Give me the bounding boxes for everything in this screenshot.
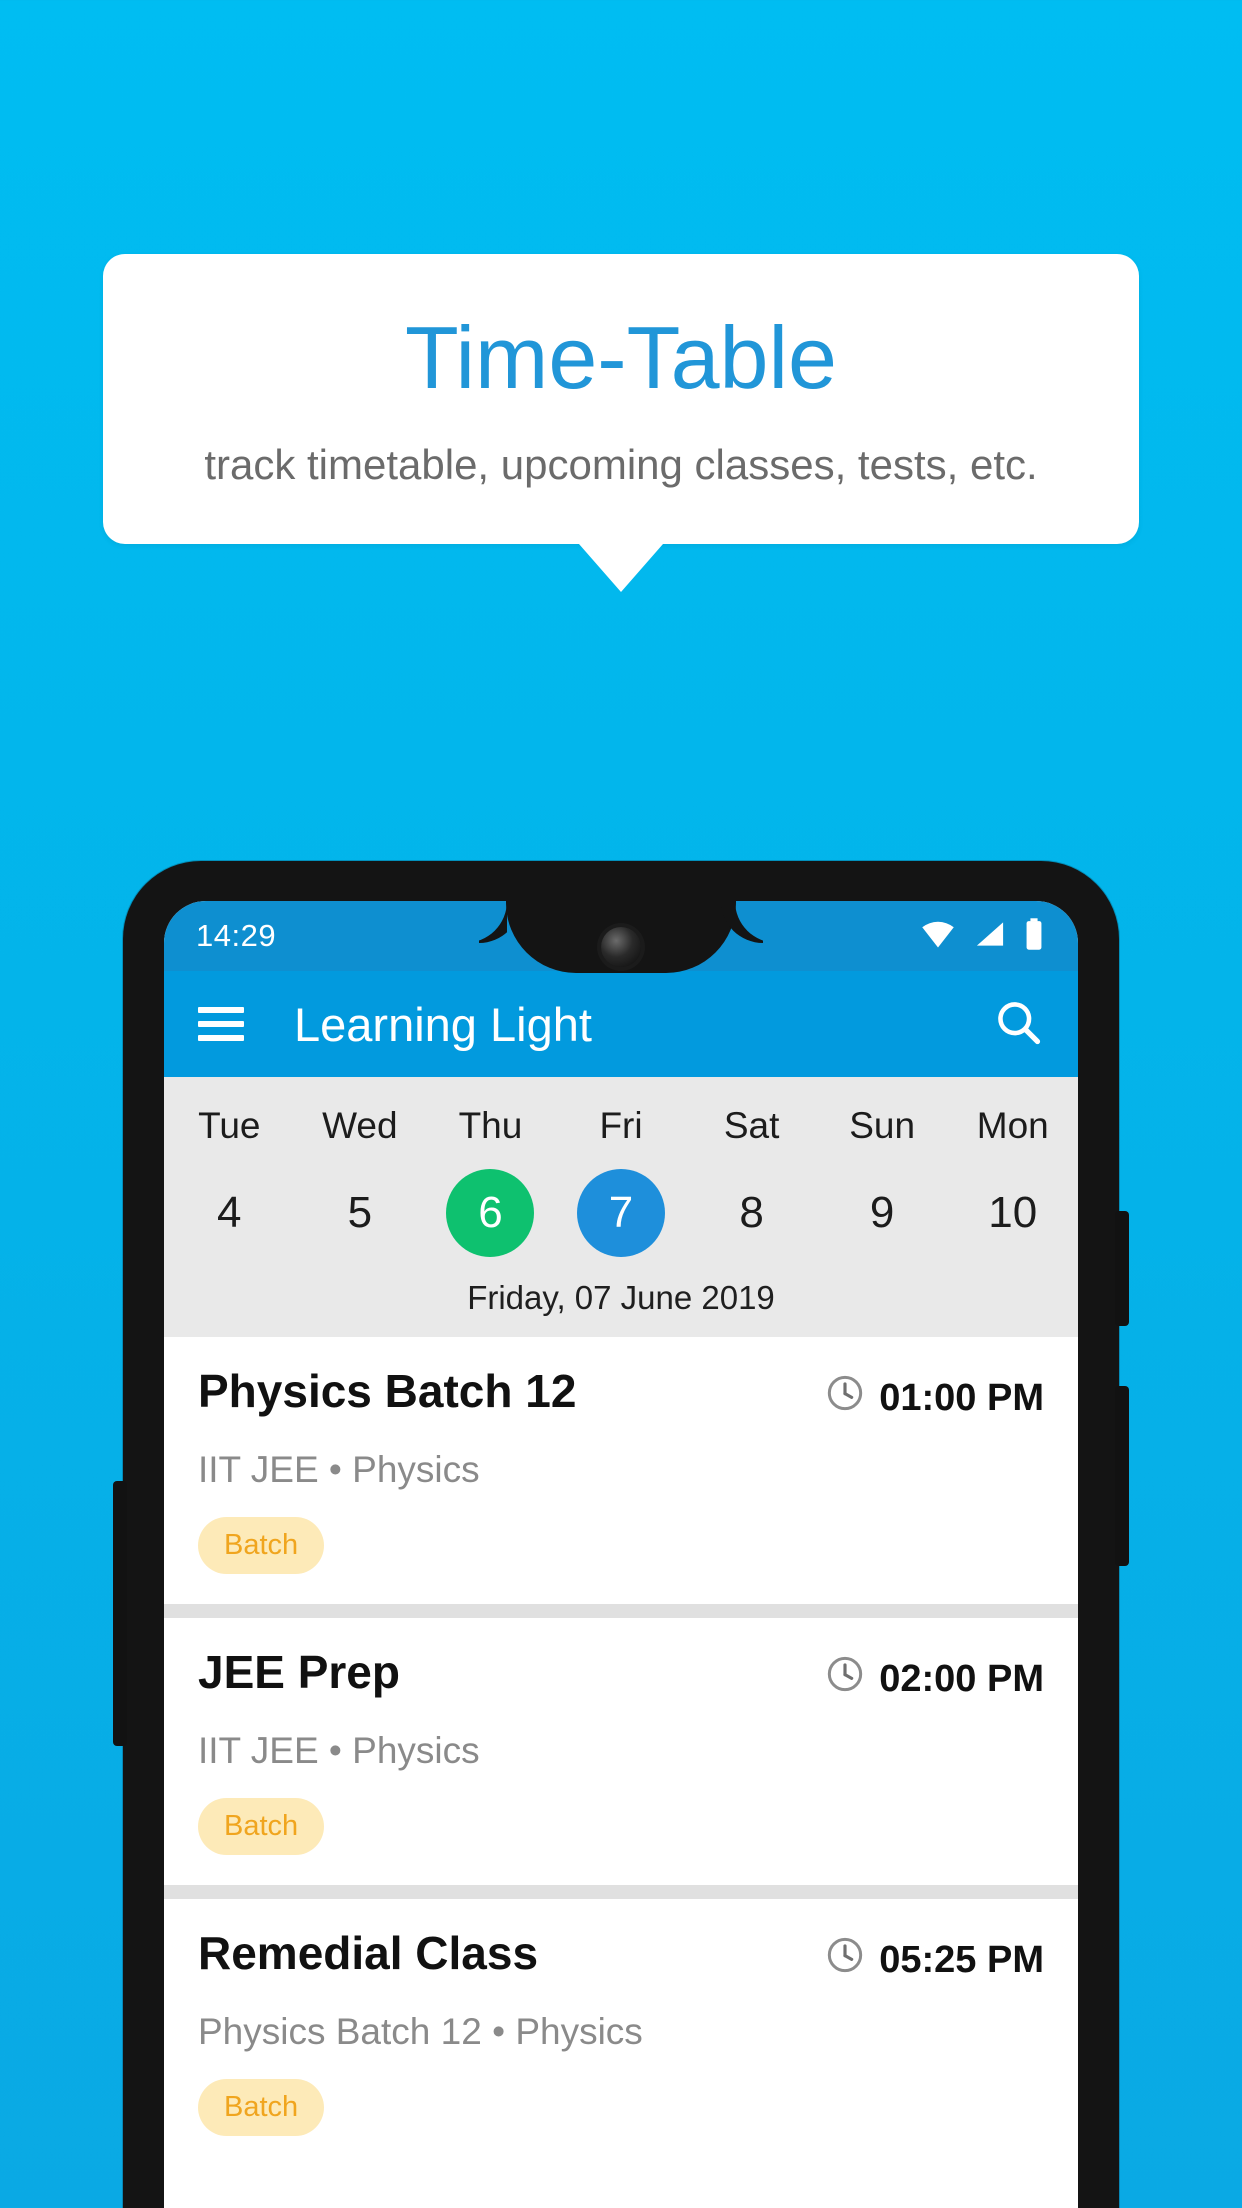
- promo-title: Time-Table: [405, 308, 837, 407]
- class-card-header: Physics Batch 12 01:00 PM: [198, 1367, 1044, 1423]
- app-bar: Learning Light: [164, 971, 1078, 1077]
- calendar-date-number-today[interactable]: 6: [446, 1169, 535, 1257]
- weekday-labels-row: Tue Wed Thu Fri Sat Sun Mon: [164, 1095, 1078, 1157]
- calendar-day-cell[interactable]: 10: [947, 1165, 1078, 1261]
- calendar-date-number[interactable]: 4: [185, 1169, 273, 1257]
- weekday-dates-row: 4 5 6 7 8 9 10: [164, 1165, 1078, 1261]
- calendar-date-number[interactable]: 10: [969, 1169, 1057, 1257]
- calendar-day-cell[interactable]: 4: [164, 1165, 295, 1261]
- promo-bubble-body: Time-Table track timetable, upcoming cla…: [103, 254, 1139, 545]
- calendar-date-number-selected[interactable]: 7: [577, 1169, 666, 1257]
- class-card-time-text: 01:00 PM: [879, 1376, 1044, 1419]
- phone-screen: 14:29 Learning Light Tue Wed Thu Fri Sat…: [164, 901, 1078, 2208]
- status-bar-icons: [920, 917, 1044, 955]
- phone-side-button: [113, 1481, 127, 1746]
- search-icon[interactable]: [992, 996, 1044, 1053]
- calendar-day-cell-today[interactable]: 6: [425, 1165, 556, 1261]
- class-card[interactable]: JEE Prep 02:00 PM IIT JEE • Physics Batc…: [164, 1618, 1078, 1885]
- calendar-date-number[interactable]: 5: [316, 1169, 404, 1257]
- weekday-label[interactable]: Wed: [295, 1095, 426, 1157]
- promo-bubble-tail: [579, 544, 663, 593]
- weekday-label[interactable]: Fri: [556, 1095, 687, 1157]
- status-bar-clock: 14:29: [196, 918, 277, 953]
- class-card-time: 05:25 PM: [825, 1929, 1044, 1985]
- weekday-label[interactable]: Mon: [947, 1095, 1078, 1157]
- hamburger-menu-icon[interactable]: [198, 1007, 244, 1041]
- calendar-day-cell-selected[interactable]: 7: [556, 1165, 687, 1261]
- clock-icon: [825, 1373, 865, 1423]
- class-card-title: JEE Prep: [198, 1646, 400, 1698]
- class-card-time-text: 02:00 PM: [879, 1657, 1044, 1700]
- weekday-label[interactable]: Sat: [686, 1095, 817, 1157]
- class-card-time-text: 05:25 PM: [879, 1938, 1044, 1981]
- clock-icon: [825, 1935, 865, 1985]
- class-card-title: Physics Batch 12: [198, 1365, 577, 1417]
- calendar-day-cell[interactable]: 5: [295, 1165, 426, 1261]
- clock-icon: [825, 1654, 865, 1704]
- promo-subtitle: track timetable, upcoming classes, tests…: [204, 441, 1038, 488]
- class-card-badge: Batch: [198, 2079, 325, 2136]
- class-card-time: 01:00 PM: [825, 1367, 1044, 1423]
- calendar-date-number[interactable]: 8: [708, 1169, 796, 1257]
- selected-date-label: Friday, 07 June 2019: [467, 1279, 775, 1316]
- app-bar-title: Learning Light: [294, 997, 592, 1051]
- front-camera-icon: [601, 927, 641, 967]
- class-list: Physics Batch 12 01:00 PM IIT JEE • Phys…: [164, 1337, 1078, 2166]
- calendar-date-number[interactable]: 9: [838, 1169, 926, 1257]
- class-card[interactable]: Physics Batch 12 01:00 PM IIT JEE • Phys…: [164, 1337, 1078, 1604]
- calendar-day-cell[interactable]: 9: [817, 1165, 948, 1261]
- phone-volume-button: [1115, 1386, 1129, 1566]
- weekday-label[interactable]: Thu: [425, 1095, 556, 1157]
- class-card[interactable]: Remedial Class 05:25 PM Physics Batch 12…: [164, 1899, 1078, 2166]
- week-calendar-strip: Tue Wed Thu Fri Sat Sun Mon 4 5 6 7 8 9 …: [164, 1077, 1078, 1337]
- phone-mockup: 14:29 Learning Light Tue Wed Thu Fri Sat…: [113, 861, 1129, 2208]
- class-card-title: Remedial Class: [198, 1927, 539, 1979]
- wifi-icon: [920, 919, 956, 954]
- signal-icon: [974, 919, 1006, 954]
- weekday-label[interactable]: Tue: [164, 1095, 295, 1157]
- battery-icon: [1024, 917, 1044, 955]
- phone-power-button: [1115, 1211, 1129, 1326]
- promo-bubble: Time-Table track timetable, upcoming cla…: [103, 254, 1139, 593]
- class-card-badge: Batch: [198, 1517, 325, 1574]
- class-card-header: Remedial Class 05:25 PM: [198, 1929, 1044, 1985]
- class-card-subtitle: IIT JEE • Physics: [198, 1730, 480, 1771]
- class-card-time: 02:00 PM: [825, 1648, 1044, 1704]
- status-bar: 14:29: [164, 901, 1078, 973]
- calendar-day-cell[interactable]: 8: [686, 1165, 817, 1261]
- class-card-subtitle: Physics Batch 12 • Physics: [198, 2011, 643, 2052]
- class-card-badge: Batch: [198, 1798, 325, 1855]
- weekday-label[interactable]: Sun: [817, 1095, 948, 1157]
- class-card-subtitle: IIT JEE • Physics: [198, 1449, 480, 1490]
- class-card-header: JEE Prep 02:00 PM: [198, 1648, 1044, 1704]
